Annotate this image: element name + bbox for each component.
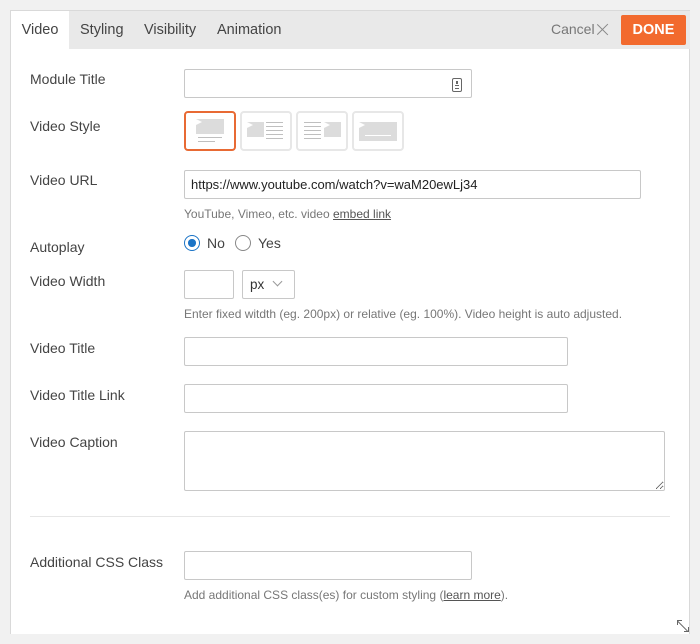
video-style-option-left[interactable] (240, 111, 292, 151)
section-divider (30, 516, 670, 517)
css-class-label: Additional CSS Class (30, 554, 164, 570)
video-style-label: Video Style (30, 118, 101, 134)
module-title-input[interactable] (184, 69, 472, 98)
video-title-label: Video Title (30, 340, 96, 356)
video-style-option-overlay[interactable] (352, 111, 404, 151)
video-caption-textarea[interactable] (184, 431, 665, 491)
video-width-label: Video Width (30, 273, 106, 289)
module-settings-panel: Video Styling Visibility Animation Cance… (10, 10, 690, 634)
video-width-input[interactable] (184, 270, 234, 299)
panel-header: Video Styling Visibility Animation Cance… (11, 11, 690, 49)
cancel-button[interactable]: Cancel (551, 21, 595, 37)
done-button[interactable]: DONE (621, 15, 686, 45)
chevron-down-icon (272, 276, 283, 287)
video-thumbnail-icon (196, 119, 224, 134)
tab-video[interactable]: Video (11, 11, 69, 49)
video-thumbnail-icon (359, 122, 397, 141)
dynamic-content-icon[interactable] (452, 78, 462, 92)
autoplay-yes-radio[interactable] (235, 235, 251, 251)
tab-visibility[interactable]: Visibility (144, 11, 196, 49)
video-url-label: Video URL (30, 172, 98, 188)
video-style-option-right[interactable] (296, 111, 348, 151)
autoplay-no-radio[interactable] (184, 235, 200, 251)
video-thumbnail-icon (247, 122, 264, 137)
autoplay-no-label[interactable]: No (207, 235, 225, 251)
embed-link[interactable]: embed link (333, 207, 391, 221)
video-style-option-top[interactable] (184, 111, 236, 151)
css-class-input[interactable] (184, 551, 472, 580)
close-icon[interactable] (597, 23, 609, 35)
autoplay-yes-label[interactable]: Yes (258, 235, 281, 251)
video-url-help: YouTube, Vimeo, etc. video embed link (184, 207, 392, 221)
css-class-help: Add additional CSS class(es) for custom … (184, 588, 509, 602)
video-title-link-input[interactable] (184, 384, 568, 413)
learn-more-link[interactable]: learn more (443, 588, 500, 602)
width-unit-select[interactable]: px (242, 270, 295, 299)
video-caption-label: Video Caption (30, 434, 118, 450)
video-width-help: Enter fixed witdth (eg. 200px) or relati… (184, 307, 623, 321)
resize-icon[interactable] (677, 620, 689, 632)
video-title-input[interactable] (184, 337, 568, 366)
video-url-input[interactable] (184, 170, 641, 199)
video-title-link-label: Video Title Link (30, 387, 125, 403)
tab-styling[interactable]: Styling (80, 11, 124, 49)
width-unit-value: px (250, 277, 265, 292)
autoplay-label: Autoplay (30, 239, 85, 255)
module-title-label: Module Title (30, 71, 106, 87)
video-thumbnail-icon (324, 122, 341, 137)
tab-animation[interactable]: Animation (217, 11, 281, 49)
